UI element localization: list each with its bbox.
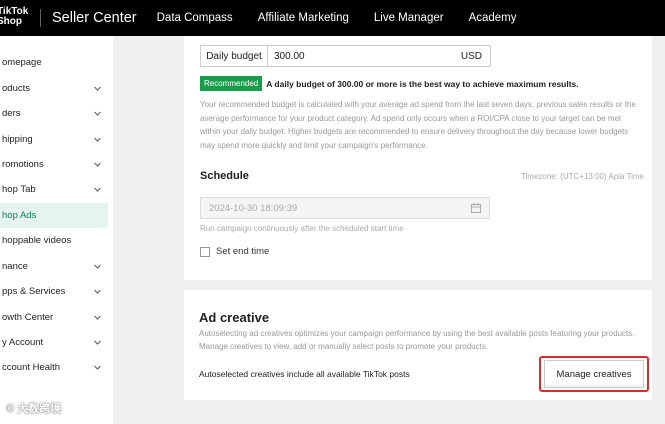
sidebar-item[interactable]: ccount Health — [0, 355, 108, 380]
budget-schedule-card: Daily budget 300.00 USD Recommended A da… — [184, 36, 652, 280]
sidebar-item[interactable]: oducts — [0, 76, 108, 101]
start-date-input[interactable]: 2024-10-30 18:09:39 — [200, 197, 490, 219]
nav-data-compass[interactable]: Data Compass — [157, 12, 233, 24]
sidebar-item[interactable]: y Account — [0, 330, 108, 355]
chevron-down-icon — [93, 363, 102, 372]
sidebar-item[interactable]: nance — [0, 254, 108, 279]
sidebar-item[interactable]: owth Center — [0, 305, 108, 330]
schedule-note: Run campaign continuously after the sche… — [200, 224, 404, 233]
ad-creative-title: Ad creative — [199, 310, 270, 325]
sidebar: omepage oducts ders hipping romotions hop Tab… — [0, 36, 113, 424]
chevron-down-icon — [93, 135, 102, 144]
sidebar-item[interactable]: romotions — [0, 152, 108, 177]
recommendation-text: A daily budget of 300.00 or more is the … — [266, 78, 579, 89]
sidebar-item-label: pps & Services — [2, 286, 66, 297]
sidebar-item[interactable]: omepage — [0, 50, 108, 75]
set-end-time-label: Set end time — [216, 246, 270, 257]
sidebar-item-label: hop Tab — [2, 184, 36, 195]
autoselected-note: Autoselected creatives include all avail… — [199, 369, 410, 379]
topbar-divider — [40, 9, 41, 27]
chevron-down-icon — [93, 109, 102, 118]
ad-creative-description: Autoselecting ad creatives optimizes you… — [199, 329, 635, 351]
chevron-down-icon — [93, 313, 102, 322]
sidebar-item[interactable]: hop Tab — [0, 177, 108, 202]
budget-explanation: Your recommended budget is calculated wi… — [200, 100, 636, 150]
chevron-down-icon — [93, 338, 102, 347]
watermark: © 大数跨境 — [6, 403, 62, 415]
calendar-icon — [471, 203, 481, 213]
chevron-down-icon — [93, 160, 102, 169]
sidebar-item[interactable]: hipping — [0, 127, 108, 152]
tiktok-shop-logo[interactable]: TikTok Shop — [0, 0, 34, 36]
daily-budget-field[interactable]: Daily budget 300.00 USD — [200, 45, 491, 67]
sidebar-item-label: romotions — [2, 159, 44, 170]
nav-live-manager[interactable]: Live Manager — [374, 12, 444, 24]
nav-academy[interactable]: Academy — [469, 12, 517, 24]
chevron-down-icon — [93, 287, 102, 296]
chevron-down-icon — [93, 84, 102, 93]
recommendation-row: Recommended A daily budget of 300.00 or … — [200, 76, 579, 91]
sidebar-item-label: omepage — [2, 57, 42, 68]
chevron-down-icon — [93, 262, 102, 271]
set-end-time-option[interactable]: Set end time — [200, 246, 269, 257]
sidebar-item-label: oducts — [2, 83, 30, 94]
set-end-time-checkbox[interactable] — [200, 246, 210, 257]
currency-label: USD — [460, 50, 482, 62]
daily-budget-label: Daily budget — [201, 46, 268, 66]
recommended-badge: Recommended — [200, 76, 263, 91]
sidebar-item-label: ders — [2, 108, 21, 119]
start-date-value: 2024-10-30 18:09:39 — [209, 202, 298, 214]
sidebar-item[interactable]: pps & Services — [0, 279, 108, 304]
sidebar-item[interactable]: hop Ads — [0, 203, 108, 228]
sidebar-item[interactable]: ders — [0, 101, 108, 126]
sidebar-item-label: hipping — [2, 134, 33, 145]
sidebar-item-label: hoppable videos — [2, 235, 72, 246]
nav-affiliate-marketing[interactable]: Affiliate Marketing — [258, 12, 349, 24]
sidebar-item-label: ccount Health — [2, 362, 61, 373]
schedule-title: Schedule — [200, 170, 249, 182]
top-bar: TikTok Shop Seller Center Data Compass A… — [0, 0, 665, 36]
main-content: Daily budget 300.00 USD Recommended A da… — [113, 36, 665, 424]
brand-title: Seller Center — [52, 10, 137, 26]
daily-budget-value[interactable]: 300.00 — [268, 51, 461, 62]
sidebar-item-label: y Account — [2, 337, 44, 348]
timezone-label: Timezone: (UTC+13:00) Apia Time — [520, 172, 644, 181]
logo-line2: Shop — [0, 16, 22, 27]
sidebar-item[interactable]: hoppable videos — [0, 228, 108, 253]
sidebar-item-label: hop Ads — [2, 210, 37, 221]
chevron-down-icon — [93, 185, 102, 194]
sidebar-item-label: nance — [2, 261, 28, 272]
sidebar-item-label: owth Center — [2, 312, 54, 323]
manage-creatives-button[interactable]: Manage creatives — [544, 360, 644, 388]
ad-creative-card: Ad creative Autoselecting ad creatives o… — [184, 290, 652, 400]
